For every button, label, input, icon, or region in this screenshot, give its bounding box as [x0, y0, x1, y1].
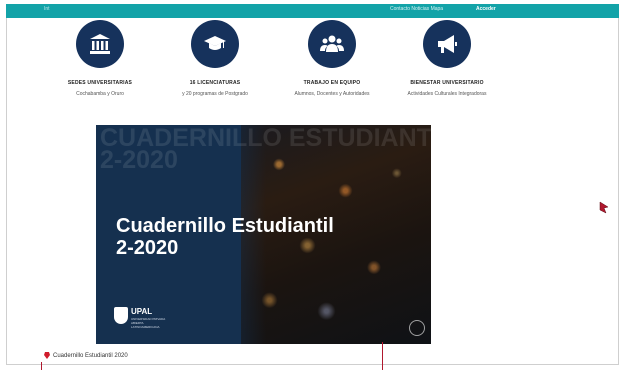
banner-title: Cuadernillo Estudiantil 2-2020 — [116, 215, 334, 259]
topbar-links[interactable]: Contacto Noticias Mapa — [390, 6, 443, 12]
login-link[interactable]: Acceder — [476, 6, 496, 12]
mouse-cursor-icon — [599, 201, 609, 214]
download-link[interactable]: Cuadernillo Estudiantil 2020 — [44, 352, 128, 359]
banner-title-line-1: Cuadernillo Estudiantil — [116, 215, 334, 237]
feature-title: TRABAJO EN EQUIPO — [303, 80, 361, 86]
graduation-cap-icon — [191, 20, 239, 68]
upal-logo: UPAL UNIVERSIDAD PRIVADA ABIERTA LATINOA… — [114, 305, 174, 329]
feature-trabajo-equipo: TRABAJO EN EQUIPO Alumnos, Docentes y Au… — [272, 20, 392, 97]
marker-line — [41, 362, 42, 370]
feature-licenciaturas: 16 LICENCIATURAS y 20 programas de Postg… — [155, 20, 275, 97]
feature-subtitle: Cochabamba y Oruro — [76, 91, 124, 97]
pdf-icon — [44, 352, 50, 359]
logo-name: UPAL — [131, 307, 153, 316]
cuadernillo-banner[interactable]: CUADERNILLO ESTUDIANTIL 2-2020 Cuadernil… — [96, 125, 431, 344]
megaphone-icon — [423, 20, 471, 68]
top-navigation-bar: Int Contacto Noticias Mapa Acceder — [6, 4, 619, 18]
feature-subtitle: y 20 programas de Postgrado — [182, 91, 248, 97]
banner-ghost-text: CUADERNILLO ESTUDIANTIL 2-2020 — [100, 126, 431, 174]
corner-seal-icon — [409, 320, 425, 336]
feature-sedes: SEDES UNIVERSITARIAS Cochabamba y Oruro — [40, 20, 160, 97]
topbar-left-link[interactable]: Int — [44, 6, 50, 12]
feature-bienestar: BIENESTAR UNIVERSITARIO Actividades Cult… — [387, 20, 507, 97]
ghost-line-2: 2-2020 — [100, 146, 178, 174]
feature-title: SEDES UNIVERSITARIAS — [67, 80, 133, 86]
download-link-label: Cuadernillo Estudiantil 2020 — [53, 353, 128, 360]
shield-icon — [114, 307, 128, 324]
team-icon — [308, 20, 356, 68]
banner-title-line-2: 2-2020 — [116, 237, 179, 259]
marker-line — [382, 342, 383, 370]
institution-icon — [76, 20, 124, 68]
feature-title: 16 LICENCIATURAS — [189, 80, 241, 86]
feature-subtitle: Actividades Culturales Integradoras — [407, 91, 487, 97]
logo-tagline: UNIVERSIDAD PRIVADA ABIERTA LATINOAMERIC… — [131, 317, 166, 329]
feature-subtitle: Alumnos, Docentes y Autoridades — [294, 91, 370, 97]
feature-title: BIENESTAR UNIVERSITARIO — [410, 80, 484, 86]
